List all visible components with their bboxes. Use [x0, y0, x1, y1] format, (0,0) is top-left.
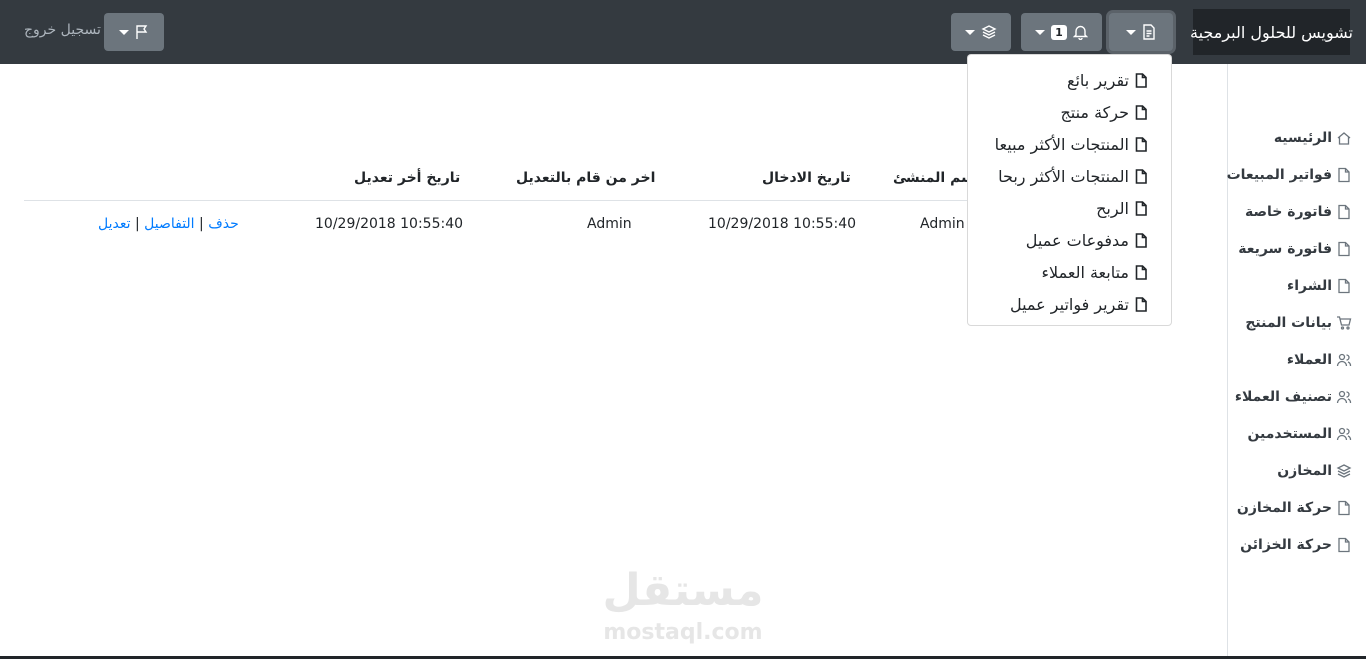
file-icon — [1135, 200, 1147, 216]
menu-item-label: الربح — [1096, 198, 1129, 218]
sidebar-item-warehouses[interactable]: المخازن — [1277, 461, 1352, 481]
sidebar-item-treasury-movement[interactable]: حركة الخزائن — [1240, 535, 1352, 555]
sidebar-item-sales-invoices[interactable]: فواتير المبيعات — [1227, 165, 1352, 185]
menu-item-label: المنتجات الأكثر ربحا — [998, 166, 1129, 186]
file-text-icon — [1143, 24, 1155, 40]
watermark-latin: mostaql.com — [603, 620, 763, 645]
brand-name[interactable]: تشويس للحلول البرمجية — [1190, 9, 1353, 55]
menu-item-profit[interactable]: الربح — [1096, 197, 1147, 219]
notifications-dropdown-button[interactable]: 1 — [1021, 13, 1102, 51]
sidebar-item-users[interactable]: المستخدمين — [1247, 424, 1352, 444]
column-header-entry-date: تاريخ الادخال — [762, 170, 851, 186]
cell-last-modified-date: 10/29/2018 10:55:40 — [315, 216, 464, 232]
menu-item-product-movement[interactable]: حركة منتج — [1060, 101, 1147, 123]
file-icon — [1135, 232, 1147, 248]
menu-item-label: حركة منتج — [1060, 102, 1129, 122]
file-icon — [1338, 204, 1350, 220]
sidebar-item-label: المخازن — [1277, 463, 1332, 479]
sidebar-item-label: المستخدمين — [1247, 426, 1332, 442]
home-icon — [1337, 132, 1351, 145]
logout-link[interactable]: تسجيل خروج — [24, 22, 101, 38]
delete-link[interactable]: حذف — [208, 216, 239, 232]
layers-icon — [981, 25, 997, 39]
menu-item-customer-invoices-report[interactable]: تقرير فواتير عميل — [1010, 293, 1147, 315]
layers-icon — [1336, 464, 1352, 478]
file-icon — [1338, 278, 1350, 294]
sidebar-item-label: بيانات المنتج — [1245, 315, 1332, 331]
menu-item-label: المنتجات الأكثر مبيعا — [994, 134, 1129, 154]
edit-link[interactable]: تعديل — [98, 216, 131, 232]
menu-item-seller-report[interactable]: تقرير بائع — [1067, 69, 1147, 91]
file-icon — [1135, 136, 1147, 152]
flag-icon — [136, 25, 148, 39]
details-link[interactable]: التفاصيل — [144, 216, 194, 232]
file-icon — [1135, 296, 1147, 312]
sidebar-item-label: حركة المخازن — [1236, 500, 1332, 516]
menu-item-label: تقرير بائع — [1066, 70, 1129, 90]
menu-item-label: مدفوعات عميل — [1025, 230, 1129, 250]
menu-item-customer-payments[interactable]: مدفوعات عميل — [1026, 229, 1147, 251]
reports-dropdown-menu: تقرير بائع حركة منتج المنتجات الأكثر مبي… — [967, 54, 1172, 326]
sidebar-item-customer-categories[interactable]: تصنيف العملاء — [1235, 387, 1352, 407]
file-icon — [1135, 168, 1147, 184]
sidebar-item-label: الشراء — [1287, 278, 1332, 294]
users-icon — [1336, 353, 1352, 367]
menu-item-best-selling[interactable]: المنتجات الأكثر مبيعا — [995, 133, 1147, 155]
sidebar-item-home[interactable]: الرئيسيه — [1274, 128, 1352, 148]
users-icon — [1336, 390, 1352, 404]
reports-dropdown-button[interactable] — [1109, 13, 1173, 51]
sidebar-item-special-invoice[interactable]: فاتورة خاصة — [1245, 202, 1352, 222]
row-actions: حذف | التفاصيل | تعديل — [98, 216, 239, 232]
users-icon — [1336, 427, 1352, 441]
cell-last-modified-by: Admin — [587, 216, 632, 232]
sidebar-item-label: تصنيف العملاء — [1234, 389, 1332, 405]
sidebar-item-label: الرئيسيه — [1273, 130, 1332, 146]
sidebar-item-quick-invoice[interactable]: فاتورة سريعة — [1238, 239, 1352, 259]
sidebar-item-label: فاتورة خاصة — [1244, 204, 1332, 220]
table-header-divider — [24, 200, 984, 201]
menu-item-label: تقرير فواتير عميل — [1009, 294, 1129, 314]
menu-item-label: متابعة العملاء — [1041, 262, 1129, 282]
menu-item-most-profitable[interactable]: المنتجات الأكثر ربحا — [998, 165, 1147, 187]
file-icon — [1338, 500, 1350, 516]
cell-entry-date: 10/29/2018 10:55:40 — [708, 216, 857, 232]
file-icon — [1338, 167, 1350, 183]
sidebar-item-label: حركة الخزائن — [1240, 537, 1332, 553]
file-icon — [1135, 264, 1147, 280]
chevron-down-icon — [1126, 29, 1136, 35]
sidebar-item-label: فاتورة سريعة — [1238, 241, 1332, 257]
sidebar-item-purchases[interactable]: الشراء — [1287, 276, 1352, 296]
cart-icon — [1337, 316, 1352, 330]
sidebar: الرئيسيه فواتير المبيعات فاتورة خاصة فات… — [1227, 64, 1366, 659]
sidebar-item-customers[interactable]: العملاء — [1287, 350, 1352, 370]
sidebar-item-warehouse-movement[interactable]: حركة المخازن — [1237, 498, 1352, 518]
bell-icon — [1072, 25, 1088, 40]
separator: | — [194, 216, 204, 232]
column-header-last-modified-by: اخر من قام بالتعديل — [516, 170, 656, 186]
file-icon — [1135, 72, 1147, 88]
sidebar-item-product-data[interactable]: بيانات المنتج — [1245, 313, 1352, 333]
menu-item-customer-followup[interactable]: متابعة العملاء — [1042, 261, 1147, 283]
cell-creator: Admin — [920, 216, 965, 232]
sidebar-item-label: فواتير المبيعات — [1226, 167, 1332, 183]
file-icon — [1338, 537, 1350, 553]
chevron-down-icon — [1035, 29, 1046, 35]
layers-dropdown-button[interactable] — [951, 13, 1011, 51]
notification-count-badge: 1 — [1051, 24, 1067, 40]
column-header-last-modified-date: تاريخ أخر تعديل — [354, 170, 461, 186]
file-icon — [1135, 104, 1147, 120]
chevron-down-icon — [965, 29, 975, 35]
separator: | — [130, 216, 140, 232]
watermark-arabic: مستقل — [602, 565, 764, 616]
flag-dropdown-button[interactable] — [104, 13, 164, 51]
chevron-down-icon — [119, 29, 129, 35]
file-icon — [1338, 241, 1350, 257]
sidebar-item-label: العملاء — [1286, 352, 1332, 368]
